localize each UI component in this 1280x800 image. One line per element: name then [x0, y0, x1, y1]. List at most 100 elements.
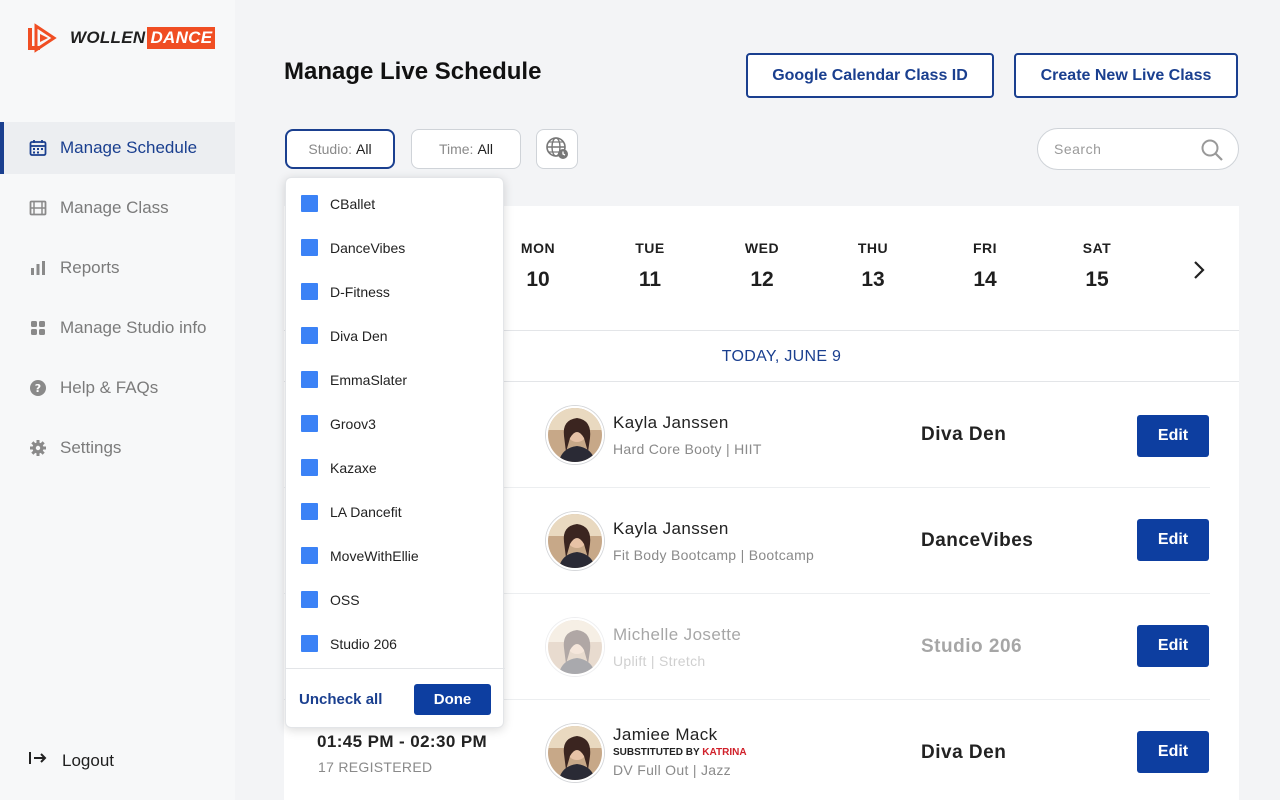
- studio-option-label: DanceVibes: [330, 239, 406, 256]
- sidebar-item-label: Manage Schedule: [60, 138, 198, 157]
- studio-option[interactable]: Kazaxe: [301, 459, 377, 476]
- film-icon: [28, 198, 48, 218]
- studio-option[interactable]: CBallet: [301, 195, 375, 212]
- studio-option-label: LA Dancefit: [330, 503, 402, 520]
- studio-option[interactable]: EmmaSlater: [301, 371, 407, 388]
- checkbox-checked[interactable]: [301, 239, 318, 256]
- day-name: FRI: [972, 240, 998, 256]
- class-name: DV Full Out | Jazz: [613, 762, 731, 778]
- day-date: 13: [861, 268, 885, 291]
- sidebar-item-manage-class[interactable]: Manage Class: [0, 182, 235, 234]
- instructor-info: Kayla Janssen Fit Body Bootcamp | Bootca…: [613, 519, 814, 563]
- sidebar-item-label: Manage Class: [60, 198, 169, 217]
- edit-button[interactable]: Edit: [1137, 415, 1209, 457]
- class-time: 01:45 PM - 02:30 PM: [317, 732, 488, 751]
- dropdown-footer: Uncheck all Done: [286, 668, 505, 729]
- class-name: Fit Body Bootcamp | Bootcamp: [613, 547, 815, 563]
- checkbox-checked[interactable]: [301, 591, 318, 608]
- chevron-right-icon[interactable]: [1190, 258, 1208, 287]
- instructor-name: Michelle Josette: [613, 625, 742, 644]
- sidebar-item-manage-schedule[interactable]: Manage Schedule: [0, 122, 235, 174]
- logo-word1: WOLLEN: [70, 28, 146, 47]
- day-name: MON: [520, 240, 556, 256]
- logo-text: WOLLEN DANCE: [70, 27, 216, 49]
- instructor-info: Michelle Josette Uplift | Stretch: [613, 625, 741, 669]
- search-input[interactable]: Search: [1037, 128, 1239, 170]
- edit-button[interactable]: Edit: [1137, 731, 1209, 773]
- checkbox-checked[interactable]: [301, 327, 318, 344]
- day-date: 12: [750, 268, 774, 291]
- instructor-info: Kayla Janssen Hard Core Booty | HIIT: [613, 413, 762, 457]
- day-sat[interactable]: SAT 15: [1067, 240, 1127, 292]
- edit-button[interactable]: Edit: [1137, 519, 1209, 561]
- sidebar-nav: Manage Schedule Manage Class Reports Man…: [0, 122, 235, 482]
- studio-name: Diva Den: [921, 742, 1007, 763]
- sidebar-item-help-faqs[interactable]: ? Help & FAQs: [0, 362, 235, 414]
- logo-icon: [26, 22, 58, 54]
- svg-text:?: ?: [35, 382, 41, 395]
- checkbox-checked[interactable]: [301, 547, 318, 564]
- logo-word2: DANCE: [147, 27, 216, 49]
- studio-filter-dropdown: CBallet DanceVibes D-Fitness Diva Den Em…: [285, 177, 505, 729]
- studio-filter-value: All: [356, 141, 372, 157]
- studio-option-label: Groov3: [330, 415, 376, 432]
- checkbox-checked[interactable]: [301, 503, 318, 520]
- checkbox-checked[interactable]: [301, 459, 318, 476]
- google-calendar-class-id-button[interactable]: Google Calendar Class ID: [746, 53, 994, 98]
- sidebar-item-label: Reports: [60, 258, 120, 277]
- day-name: SAT: [1082, 240, 1112, 256]
- day-fri[interactable]: FRI 14: [955, 240, 1015, 292]
- class-name: Uplift | Stretch: [613, 653, 706, 669]
- registered-count: 17 REGISTERED: [318, 759, 433, 775]
- studio-name: Studio 206: [921, 636, 1023, 657]
- day-mon[interactable]: MON 10: [508, 240, 568, 292]
- day-wed[interactable]: WED 12: [732, 240, 792, 292]
- day-tue[interactable]: TUE 11: [620, 240, 680, 292]
- logout-button[interactable]: Logout: [28, 750, 114, 771]
- sidebar-item-label: Help & FAQs: [60, 378, 159, 397]
- question-icon: ?: [28, 378, 48, 398]
- avatar: [546, 724, 604, 782]
- studio-option[interactable]: OSS: [301, 591, 360, 608]
- time-filter[interactable]: Time: All: [411, 129, 521, 169]
- substitute-name: KATRINA: [702, 747, 747, 758]
- checkbox-checked[interactable]: [301, 195, 318, 212]
- edit-button[interactable]: Edit: [1137, 625, 1209, 667]
- studio-option-label: OSS: [330, 591, 360, 608]
- studio-option[interactable]: Diva Den: [301, 327, 388, 344]
- studio-name: Diva Den: [921, 424, 1007, 445]
- sidebar-item-settings[interactable]: Settings: [0, 422, 235, 474]
- sidebar-item-manage-studio-info[interactable]: Manage Studio info: [0, 302, 235, 354]
- done-button[interactable]: Done: [414, 684, 491, 715]
- studio-option[interactable]: D-Fitness: [301, 283, 390, 300]
- instructor-info: Jamiee Mack SUBSTITUTED BY KATRINA DV Fu…: [613, 725, 747, 778]
- day-thu[interactable]: THU 13: [843, 240, 903, 292]
- search-icon[interactable]: [1200, 138, 1224, 165]
- instructor-name: Kayla Janssen: [613, 519, 729, 538]
- studio-option[interactable]: DanceVibes: [301, 239, 405, 256]
- studio-option[interactable]: MoveWithEllie: [301, 547, 419, 564]
- studio-filter[interactable]: Studio: All: [285, 129, 395, 169]
- create-new-live-class-button[interactable]: Create New Live Class: [1014, 53, 1238, 98]
- checkbox-checked[interactable]: [301, 635, 318, 652]
- day-name: WED: [744, 240, 780, 256]
- day-name: THU: [857, 240, 889, 256]
- checkbox-checked[interactable]: [301, 283, 318, 300]
- checkbox-checked[interactable]: [301, 371, 318, 388]
- sidebar: WOLLEN DANCE Manage Schedule Manage Clas…: [0, 0, 235, 800]
- checkbox-checked[interactable]: [301, 415, 318, 432]
- avatar: [546, 406, 604, 464]
- studio-option[interactable]: Studio 206: [301, 635, 397, 652]
- bar-chart-icon: [28, 258, 48, 278]
- time-filter-label: Time:: [438, 141, 474, 157]
- brand-logo[interactable]: WOLLEN DANCE: [26, 22, 216, 54]
- studio-option-label: EmmaSlater: [330, 371, 408, 388]
- timezone-button[interactable]: [536, 129, 578, 169]
- uncheck-all-link[interactable]: Uncheck all: [299, 691, 382, 708]
- studio-option[interactable]: LA Dancefit: [301, 503, 402, 520]
- studio-option[interactable]: Groov3: [301, 415, 376, 432]
- sidebar-item-reports[interactable]: Reports: [0, 242, 235, 294]
- class-name: Hard Core Booty | HIIT: [613, 441, 762, 457]
- sidebar-item-label: Settings: [60, 438, 122, 457]
- day-date: 10: [526, 268, 550, 291]
